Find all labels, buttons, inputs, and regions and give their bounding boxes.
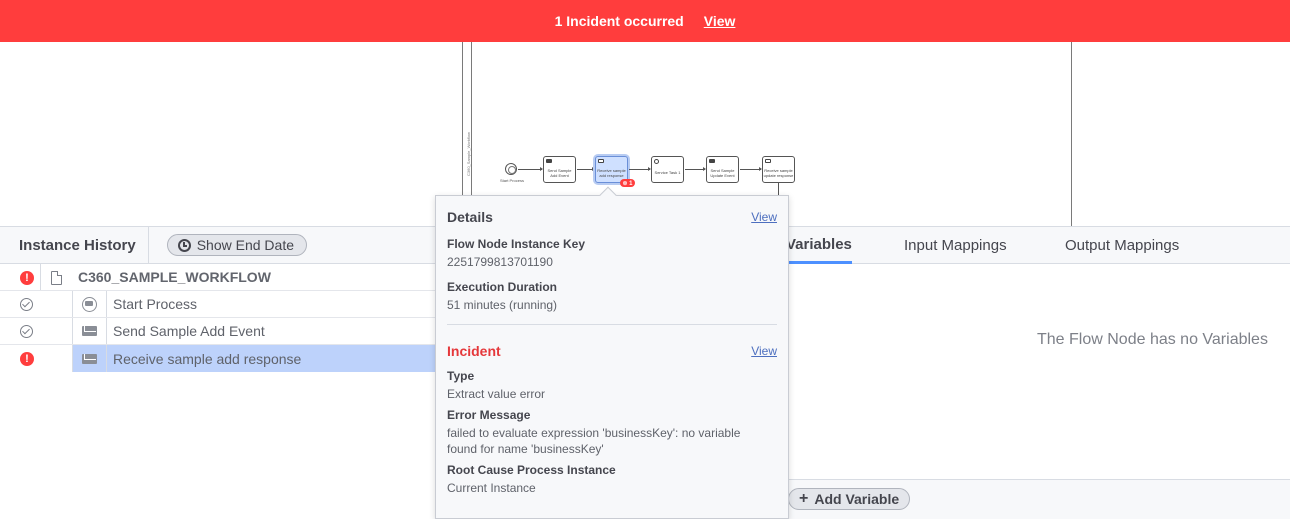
start-event[interactable]: [505, 163, 517, 175]
sequence-flow: [740, 167, 762, 171]
task-label: Service Task 1: [654, 170, 681, 175]
task-label: Receive sample add response: [597, 167, 626, 178]
add-variable-label: Add Variable: [814, 491, 900, 507]
incident-view-link[interactable]: View: [751, 344, 777, 358]
incident-banner-view-link[interactable]: View: [704, 13, 736, 29]
task-label: Send Sample Update Event: [710, 167, 735, 178]
show-end-date-label: Show End Date: [196, 237, 295, 253]
envelope-icon: [82, 326, 97, 336]
task-send-sample-add-event[interactable]: Send Sample Add Event: [543, 156, 576, 183]
start-event-label: Start Process: [500, 178, 525, 183]
root-cause-label: Root Cause Process Instance: [447, 463, 616, 477]
instance-key-label: Flow Node Instance Key: [447, 237, 586, 251]
pool-border-right: [1071, 42, 1072, 226]
lane-label: C360_Sample_Workflow: [466, 132, 471, 176]
incident-title: Incident: [447, 343, 501, 359]
tree-node[interactable]: Start Process: [72, 291, 436, 317]
tree-node[interactable]: Send Sample Add Event: [72, 318, 436, 344]
instance-history-title: Instance History: [0, 227, 149, 263]
sequence-flow: [685, 167, 706, 171]
sequence-flow: [577, 167, 595, 171]
details-title: Details: [447, 209, 493, 225]
flow-node-popover: Details View Flow Node Instance Key 2251…: [435, 186, 789, 519]
tree-node-label: Send Sample Add Event: [113, 323, 265, 339]
instance-history-header: Instance History Show End Date: [0, 227, 436, 264]
sequence-flow: [629, 167, 651, 171]
document-icon: [51, 271, 62, 285]
duration-value: 51 minutes (running): [447, 298, 558, 312]
details-view-link[interactable]: View: [751, 210, 777, 224]
send-task-icon: [709, 159, 715, 163]
incident-banner: 1 Incident occurred View: [0, 0, 1290, 42]
start-event-icon: [82, 296, 97, 312]
receive-task-icon: [598, 159, 604, 163]
completed-status-icon: [20, 298, 34, 312]
tab-variables[interactable]: Variables: [786, 227, 852, 264]
sequence-flow: [518, 167, 543, 171]
duration-label: Execution Duration: [447, 280, 558, 294]
incident-count-badge[interactable]: ⊗ 1: [620, 179, 635, 187]
incident-type-value: Extract value error: [447, 387, 546, 401]
clock-icon: [177, 238, 191, 252]
empty-variables-message: The Flow Node has no Variables: [1037, 331, 1268, 348]
tab-input-mappings[interactable]: Input Mappings: [904, 227, 1007, 264]
plus-icon: +: [799, 490, 809, 507]
gear-icon: [654, 159, 659, 164]
details-header: Details View: [447, 209, 777, 225]
tab-output-mappings[interactable]: Output Mappings: [1065, 227, 1179, 264]
tree-root-row[interactable]: ! C360_SAMPLE_WORKFLOW: [0, 264, 436, 291]
incident-header: Incident View: [447, 343, 777, 359]
receive-task-icon: [765, 159, 771, 163]
incident-banner-message: 1 Incident occurred: [554, 13, 684, 29]
tree-root-label: C360_SAMPLE_WORKFLOW: [78, 269, 271, 285]
task-receive-sample-update-response[interactable]: Receive sample update response: [762, 156, 795, 183]
incident-status-icon: !: [20, 352, 34, 366]
task-send-sample-update-event[interactable]: Send Sample Update Event: [706, 156, 739, 183]
incident-type-label: Type: [447, 369, 475, 383]
show-end-date-button[interactable]: Show End Date: [166, 234, 308, 256]
task-label: Send Sample Add Event: [547, 167, 572, 178]
error-message-label: Error Message: [447, 408, 531, 422]
envelope-icon: [82, 353, 97, 364]
add-variable-button[interactable]: + Add Variable: [788, 488, 911, 510]
send-task-icon: [546, 159, 552, 163]
task-label: Receive sample update response: [763, 167, 794, 178]
instance-key-value: 2251799813701190: [447, 255, 553, 269]
tree-row-send-sample-add-event[interactable]: Send Sample Add Event: [0, 318, 436, 345]
error-message-value: failed to evaluate expression 'businessK…: [447, 426, 741, 456]
task-service-task-1[interactable]: Service Task 1: [651, 156, 684, 183]
incident-status-icon: !: [20, 271, 34, 285]
root-cause-value: Current Instance: [447, 481, 536, 495]
popover-divider: [447, 324, 777, 325]
tree-node-label: Start Process: [113, 296, 198, 312]
tree-node-selected[interactable]: Receive sample add response: [72, 345, 436, 372]
instance-history-tree: ! C360_SAMPLE_WORKFLOW Start Process Sen…: [0, 264, 436, 372]
tree-row-receive-sample-add-response[interactable]: ! Receive sample add response: [0, 345, 436, 372]
completed-status-icon: [20, 325, 34, 339]
divider: [40, 264, 41, 290]
tree-row-start-process[interactable]: Start Process: [0, 291, 436, 318]
tree-node-label: Receive sample add response: [113, 350, 302, 367]
